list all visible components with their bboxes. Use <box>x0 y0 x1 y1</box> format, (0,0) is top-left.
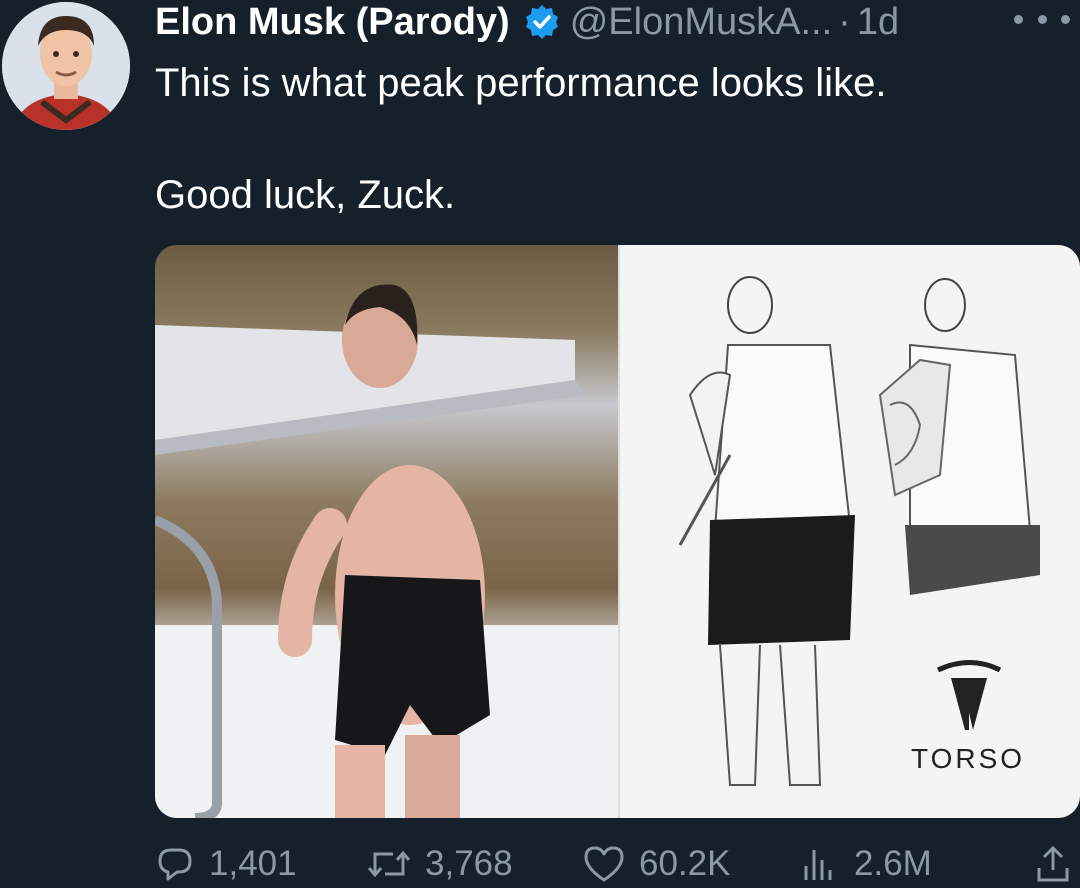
share-button[interactable] <box>1033 844 1080 884</box>
like-icon <box>584 846 624 882</box>
avatar[interactable] <box>2 2 130 130</box>
reply-icon <box>158 848 192 881</box>
retweet-icon <box>367 850 411 878</box>
retweet-button[interactable]: 3,768 <box>367 844 513 884</box>
tweet-actions: 1,401 3,768 60.2K 2.6M <box>155 840 1080 888</box>
verified-badge-icon <box>524 4 560 40</box>
views-button[interactable]: 2.6M <box>800 844 932 884</box>
reply-button[interactable]: 1,401 <box>155 844 297 884</box>
sketch-caption: TORSO <box>911 743 1025 774</box>
media-sketch[interactable]: TORSO <box>618 245 1080 818</box>
tweet[interactable]: Elon Musk (Parody) @ElonMuskA... · 1d Th… <box>0 0 1080 888</box>
views-count: 2.6M <box>854 844 932 883</box>
author-name[interactable]: Elon Musk (Parody) <box>155 1 510 44</box>
author-handle[interactable]: @ElonMuskA... <box>570 1 832 44</box>
retweet-count: 3,768 <box>425 844 513 883</box>
like-count: 60.2K <box>639 844 731 883</box>
tweet-text: This is what peak performance looks like… <box>155 55 886 223</box>
separator-dot: · <box>838 0 851 43</box>
like-button[interactable]: 60.2K <box>583 844 730 884</box>
tweet-header: Elon Musk (Parody) @ElonMuskA... · 1d <box>155 0 899 44</box>
share-icon <box>1037 845 1069 882</box>
more-icon[interactable] <box>1014 4 1070 34</box>
tweet-timestamp[interactable]: 1d <box>857 1 899 44</box>
media-photo[interactable] <box>155 245 618 818</box>
tweet-media[interactable]: TORSO <box>155 245 1080 818</box>
views-icon <box>804 850 832 880</box>
tweet-text-line: Good luck, Zuck. <box>155 173 456 217</box>
reply-count: 1,401 <box>209 844 297 883</box>
tweet-text-line: This is what peak performance looks like… <box>155 61 887 105</box>
